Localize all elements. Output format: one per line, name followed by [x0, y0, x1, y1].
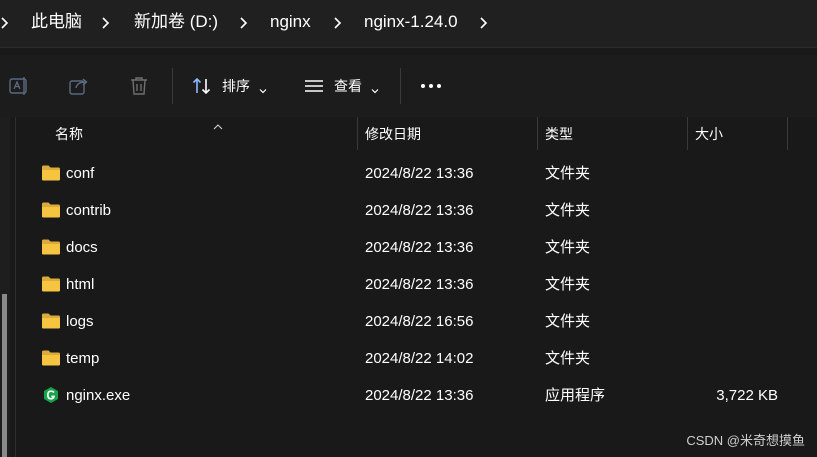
scrollbar[interactable]: [0, 117, 9, 457]
file-type: 文件夹: [545, 239, 591, 256]
folder-icon: [41, 312, 61, 330]
file-row[interactable]: contrib 2024/8/22 13:36 文件夹: [16, 192, 817, 229]
chevron-right-icon[interactable]: [0, 12, 12, 34]
folder-icon: [41, 275, 61, 293]
file-type: 文件夹: [545, 313, 591, 330]
command-toolbar: 排序 查看: [0, 55, 817, 117]
address-breadcrumb-bar: 此电脑 新加卷 (D:) nginx nginx-1.24.0: [0, 0, 817, 48]
file-modified: 2024/8/22 13:36: [365, 239, 474, 256]
toolbar-divider: [172, 68, 173, 104]
column-header-name[interactable]: 名称: [55, 125, 83, 143]
file-row[interactable]: docs 2024/8/22 13:36 文件夹: [16, 229, 817, 266]
file-row[interactable]: html 2024/8/22 13:36 文件夹: [16, 266, 817, 303]
chevron-down-icon[interactable]: [259, 82, 267, 94]
file-row[interactable]: nginx.exe 2024/8/22 13:36 应用程序 3,722 KB: [16, 377, 817, 414]
file-name[interactable]: docs: [66, 238, 98, 257]
file-name[interactable]: temp: [66, 349, 99, 368]
chevron-right-icon[interactable]: [478, 12, 490, 34]
file-type: 文件夹: [545, 202, 591, 219]
sort-ascending-icon: [212, 118, 224, 130]
file-list-pane: 名称 修改日期 类型 大小 conf 2024/8/22 13:36 文件夹 c…: [0, 117, 817, 457]
file-name[interactable]: contrib: [66, 201, 111, 220]
nginx-exe-icon: [41, 386, 61, 404]
column-resize-handle[interactable]: [537, 117, 538, 150]
chevron-right-icon[interactable]: [332, 12, 344, 34]
file-modified: 2024/8/22 13:36: [365, 165, 474, 182]
breadcrumb-item-this-pc[interactable]: 此电脑: [31, 11, 82, 33]
file-type: 文件夹: [545, 165, 591, 182]
folder-icon: [41, 201, 61, 219]
column-header-modified[interactable]: 修改日期: [365, 125, 421, 143]
folder-icon: [41, 238, 61, 256]
chevron-right-icon[interactable]: [238, 12, 250, 34]
sort-icon[interactable]: [190, 74, 214, 98]
file-modified: 2024/8/22 14:02: [365, 350, 474, 367]
chevron-down-icon[interactable]: [371, 82, 379, 94]
file-size: 3,722 KB: [716, 387, 778, 404]
file-modified: 2024/8/22 13:36: [365, 202, 474, 219]
file-row[interactable]: conf 2024/8/22 13:36 文件夹: [16, 155, 817, 192]
file-modified: 2024/8/22 16:56: [365, 313, 474, 330]
folder-icon: [41, 349, 61, 367]
column-header-size[interactable]: 大小: [695, 125, 723, 143]
delete-icon[interactable]: [127, 74, 151, 98]
folder-icon: [41, 164, 61, 182]
breadcrumb-item-drive-d[interactable]: 新加卷 (D:): [134, 11, 218, 33]
file-type: 文件夹: [545, 350, 591, 367]
chevron-right-icon[interactable]: [100, 12, 112, 34]
view-list-icon[interactable]: [302, 74, 326, 98]
file-name[interactable]: conf: [66, 164, 94, 183]
column-header-type[interactable]: 类型: [545, 125, 573, 143]
file-row[interactable]: logs 2024/8/22 16:56 文件夹: [16, 303, 817, 340]
sort-button[interactable]: 排序: [222, 76, 250, 96]
column-resize-handle[interactable]: [687, 117, 688, 150]
file-modified: 2024/8/22 13:36: [365, 276, 474, 293]
column-header-row: 名称 修改日期 类型 大小: [16, 117, 817, 150]
file-type: 文件夹: [545, 276, 591, 293]
file-name[interactable]: nginx.exe: [66, 386, 130, 405]
breadcrumb-item-nginx[interactable]: nginx: [270, 11, 311, 33]
toolbar-divider: [400, 68, 401, 104]
column-resize-handle[interactable]: [787, 117, 788, 150]
more-options-icon[interactable]: [420, 75, 444, 97]
file-type: 应用程序: [545, 387, 606, 404]
file-modified: 2024/8/22 13:36: [365, 387, 474, 404]
share-icon[interactable]: [67, 74, 91, 98]
file-name[interactable]: html: [66, 275, 94, 294]
watermark-text: CSDN @米奇想摸鱼: [686, 433, 805, 448]
breadcrumb-item-nginx-1-24-0[interactable]: nginx-1.24.0: [364, 11, 458, 33]
rename-icon[interactable]: [7, 74, 31, 98]
view-button[interactable]: 查看: [334, 76, 362, 96]
column-resize-handle[interactable]: [357, 117, 358, 150]
file-name[interactable]: logs: [66, 312, 94, 331]
scrollbar-thumb[interactable]: [2, 294, 7, 457]
file-row[interactable]: temp 2024/8/22 14:02 文件夹: [16, 340, 817, 377]
navigation-pane-edge: [0, 117, 10, 457]
